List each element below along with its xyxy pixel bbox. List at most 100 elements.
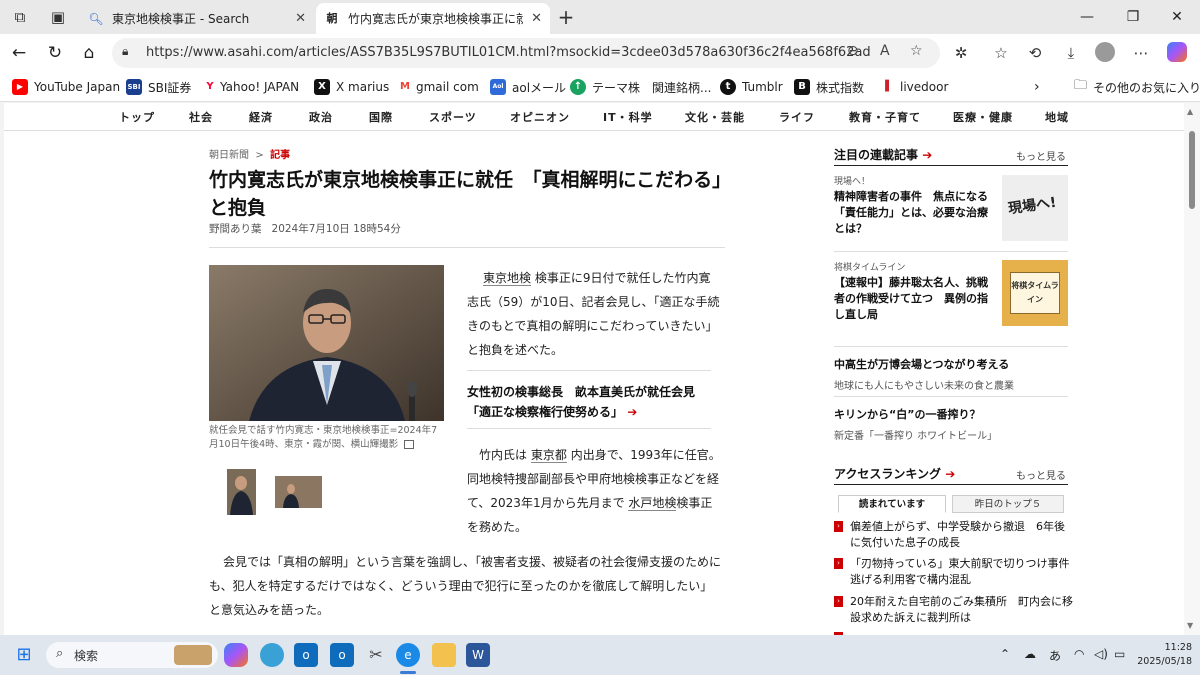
tab-actions-icon[interactable]: ▣: [48, 7, 68, 27]
breadcrumb-home[interactable]: 朝日新聞: [209, 150, 249, 161]
volume-icon[interactable]: ◁): [1094, 647, 1108, 661]
serial-item-image[interactable]: 現場へ!: [1002, 175, 1068, 241]
serial-section-heading[interactable]: 注目の連載記事 ➔: [834, 146, 932, 163]
promo-title[interactable]: 中高生が万博会場とつながり考える: [834, 357, 1009, 373]
download-icon[interactable]: ⤓: [1060, 42, 1082, 64]
ranking-item[interactable]: › 「刃物持っている」東大前駅で切りつけ事件 逃げる利用客で構内混乱: [834, 556, 1081, 588]
more-menu-icon[interactable]: ⋯: [1130, 42, 1152, 64]
related-article-link[interactable]: 女性初の検事総長 畝本直美氏が就任会見「適正な検察権行使努める」 ➔: [467, 382, 712, 422]
tab-article[interactable]: 朝 竹内寛志氏が東京地検検事正に就任 ✕: [316, 3, 550, 34]
address-row: ← ↻ ⌂ 🔒︎ https://www.asahi.com/articles/…: [0, 34, 1200, 72]
refresh-icon[interactable]: ↻: [44, 42, 66, 64]
close-icon[interactable]: ✕: [531, 11, 542, 26]
nav-top[interactable]: トップ: [119, 109, 155, 125]
restore-icon[interactable]: ❐: [1118, 5, 1148, 29]
gallery-icon[interactable]: [404, 440, 415, 449]
bookmark-yahoo[interactable]: Y Yahoo! JAPAN: [204, 78, 299, 96]
address-bar[interactable]: 🔒︎ https://www.asahi.com/articles/ASS7B3…: [112, 38, 940, 68]
new-tab-icon[interactable]: +: [556, 7, 576, 27]
keyword-link[interactable]: 水戸地検: [628, 496, 677, 511]
chevron-right-icon[interactable]: ›: [1034, 78, 1040, 96]
chevron-up-icon[interactable]: ⌃: [1000, 647, 1010, 661]
serial-item-title[interactable]: 精神障害者の事件 焦点になる「責任能力」とは、必要な治療とは？: [834, 189, 994, 237]
read-aloud-icon[interactable]: A: [880, 43, 890, 59]
file-explorer-icon[interactable]: [432, 643, 456, 667]
taskbar-search[interactable]: ⌕ 検索: [46, 642, 218, 668]
author-name[interactable]: 野間あり葉: [209, 223, 262, 235]
nav-politics[interactable]: 政治: [309, 109, 333, 125]
workspaces-icon[interactable]: ⧉: [10, 7, 30, 27]
aol-icon: Aol: [490, 79, 506, 95]
nav-international[interactable]: 国際: [369, 109, 393, 125]
other-favorites[interactable]: 🗀 その他のお気に入り: [1074, 78, 1200, 96]
nav-sports[interactable]: スポーツ: [429, 109, 477, 125]
outlook-new-icon[interactable]: o: [330, 643, 354, 667]
bookmark-sbi[interactable]: SBI SBI証券: [126, 78, 191, 96]
bookmark-tumblr[interactable]: t Tumblr: [720, 78, 783, 96]
more-link[interactable]: もっと見る: [1016, 467, 1066, 482]
ranking-heading[interactable]: アクセスランキング ➔: [834, 465, 955, 482]
extensions-icon[interactable]: ✲: [950, 42, 972, 64]
ranking-item[interactable]: › 20年耐えた自宅前のごみ集積所 町内会に移設求めた訴えに裁判所は: [834, 594, 1074, 626]
copilot-icon[interactable]: [1166, 42, 1188, 64]
bookmark-index[interactable]: B 株式指数: [794, 78, 864, 96]
home-icon[interactable]: ⌂: [78, 42, 100, 64]
minimize-icon[interactable]: —: [1072, 5, 1102, 29]
favorites-icon[interactable]: ☆: [990, 42, 1012, 64]
page-scrollbar[interactable]: ▲ ▼: [1184, 103, 1200, 635]
battery-icon[interactable]: ▭: [1114, 647, 1125, 661]
promo-title[interactable]: キリンから“白”の一番搾り？: [834, 407, 980, 423]
tab-search[interactable]: 🔍︎ 東京地検検事正 - Search ✕: [80, 3, 314, 34]
nav-culture[interactable]: 文化・芸能: [685, 109, 745, 125]
ranking-text: 偏差値上がらず、中学受験から撤退 6年後に気付いた息子の成長: [850, 520, 1066, 549]
more-link[interactable]: もっと見る: [1016, 148, 1066, 163]
ranking-tab-popular[interactable]: 読まれています: [838, 495, 946, 513]
article-photo[interactable]: [209, 265, 444, 421]
copilot-icon[interactable]: [224, 643, 248, 667]
outlook-icon[interactable]: o: [294, 643, 318, 667]
weather-icon[interactable]: ☁: [1024, 647, 1036, 661]
ime-indicator[interactable]: あ: [1049, 647, 1061, 664]
nav-health[interactable]: 医療・健康: [953, 109, 1013, 125]
back-icon[interactable]: ←: [8, 42, 30, 64]
window-close-icon[interactable]: ✕: [1162, 5, 1192, 29]
bookmark-aol[interactable]: Aol aolメール: [490, 78, 566, 96]
url-text[interactable]: https://www.asahi.com/articles/ASS7B35L9…: [146, 45, 871, 60]
keyword-link[interactable]: 東京地検: [483, 271, 532, 286]
serial-item-title[interactable]: 【速報中】藤井聡太名人、挑戦者の作戦受けて立つ 異例の指し直し局: [834, 275, 994, 323]
bookmark-theme-stocks[interactable]: ↑ テーマ株 関連銘柄...: [570, 78, 711, 96]
snipping-tool-icon[interactable]: ✂: [364, 643, 388, 667]
serial-item-image[interactable]: 将棋タイムライン: [1002, 260, 1068, 326]
nav-it-science[interactable]: IT・科学: [603, 109, 653, 125]
nav-education[interactable]: 教育・子育て: [849, 109, 921, 125]
windows-start-icon[interactable]: ⊞: [12, 643, 36, 667]
profile-avatar[interactable]: [1094, 42, 1116, 64]
history-icon[interactable]: ⟲: [1024, 42, 1046, 64]
favorite-star-icon[interactable]: ☆: [910, 43, 923, 59]
bookmark-gmail[interactable]: M gmail com: [398, 78, 479, 96]
nav-region[interactable]: 地域: [1045, 109, 1069, 125]
scrollbar-thumb[interactable]: [1189, 131, 1195, 209]
nav-economy[interactable]: 経済: [249, 109, 273, 125]
close-icon[interactable]: ✕: [295, 11, 306, 26]
edge-dev-icon[interactable]: [260, 643, 284, 667]
nav-society[interactable]: 社会: [189, 109, 213, 125]
photo-thumbnail[interactable]: [275, 476, 322, 508]
lock-icon[interactable]: 🔒︎: [122, 44, 128, 59]
photo-thumbnail[interactable]: [227, 469, 256, 515]
nav-opinion[interactable]: オピニオン: [510, 109, 570, 125]
scroll-down-icon[interactable]: ▼: [1187, 621, 1193, 630]
edge-icon[interactable]: e: [396, 643, 420, 667]
nav-life[interactable]: ライフ: [779, 109, 815, 125]
scroll-up-icon[interactable]: ▲: [1187, 107, 1193, 116]
bookmark-x[interactable]: X X marius: [314, 78, 389, 96]
wifi-icon[interactable]: ◠: [1074, 647, 1084, 661]
zoom-icon[interactable]: ⊖: [847, 43, 859, 59]
ranking-tab-yesterday[interactable]: 昨日のトップ５: [952, 495, 1064, 513]
word-icon[interactable]: W: [466, 643, 490, 667]
bookmark-livedoor[interactable]: ▌ livedoor: [884, 78, 948, 96]
ranking-item[interactable]: › 偏差値上がらず、中学受験から撤退 6年後に気付いた息子の成長: [834, 519, 1074, 551]
keyword-link[interactable]: 東京都: [530, 448, 567, 463]
bookmark-youtube[interactable]: ▶ YouTube Japan: [12, 78, 120, 96]
system-clock[interactable]: 11:28 2025/05/18: [1136, 641, 1192, 669]
